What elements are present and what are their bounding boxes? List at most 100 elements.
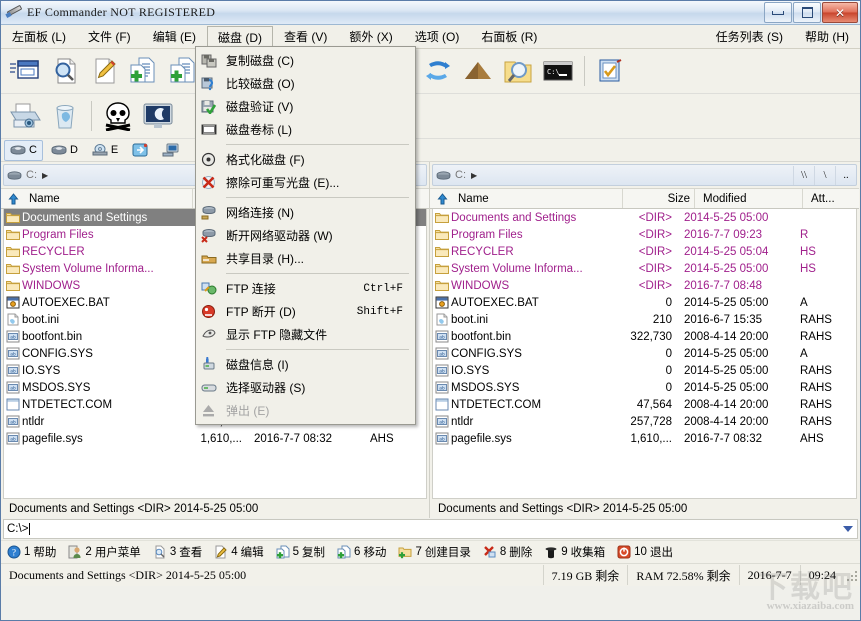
sys-icon: ab [435, 364, 449, 377]
menu-item-2[interactable]: 磁盘验证 (V) [196, 95, 415, 118]
menu-item-11[interactable]: 显示 FTP 隐藏文件 [196, 323, 415, 346]
console-button[interactable]: C:\ [538, 51, 578, 91]
chevron-down-icon[interactable] [843, 526, 853, 532]
fkey-exit[interactable]: 10退出 [611, 544, 679, 560]
table-row[interactable]: NTDETECT.COM47,5642008-4-14 20:00RAHS [433, 396, 856, 413]
fkey-move[interactable]: 6移动 [331, 544, 392, 560]
minimize-button[interactable] [764, 2, 792, 23]
menu-task-list[interactable]: 任务列表 (S) [705, 25, 794, 48]
toolbar-separator-3 [91, 101, 92, 131]
menu-item-8[interactable]: 共享目录 (H)... [196, 247, 415, 270]
menu-extra[interactable]: 额外 (X) [338, 25, 403, 48]
table-row[interactable]: abbootfont.bin322,7302008-4-14 20:00RAHS [433, 328, 856, 345]
menu-item-5[interactable]: 擦除可重写光盘 (E)... [196, 171, 415, 194]
fkey-user-menu[interactable]: 2用户菜单 [62, 544, 146, 560]
file-name: AUTOEXEC.BAT [22, 297, 170, 309]
table-row[interactable]: RECYCLER<DIR>2014-5-25 05:04HS [433, 243, 856, 260]
disk-label-icon [201, 122, 217, 137]
toolbar-separator-2 [584, 56, 585, 86]
menu-item-4[interactable]: 格式化磁盘 (F) [196, 148, 415, 171]
menu-edit[interactable]: 编辑 (E) [142, 25, 207, 48]
ftp-hidden-files-icon [201, 327, 217, 342]
fkey-edit[interactable]: 4编辑 [208, 544, 269, 560]
menu-item-10[interactable]: FTP 断开 (D)Shift+F [196, 300, 415, 323]
command-line[interactable]: C:\> [3, 519, 858, 539]
menu-help[interactable]: 帮助 (H) [794, 25, 860, 48]
fkey-delete[interactable]: 8删除 [477, 544, 538, 560]
menu-item-12[interactable]: 磁盘信息 (I) [196, 353, 415, 376]
drive-shortcut[interactable] [126, 140, 154, 161]
right-column-modified[interactable]: Modified [695, 189, 803, 208]
file-modified: 2016-7-7 09:23 [676, 229, 792, 241]
menu-item-icon [196, 380, 222, 395]
fkey-collect[interactable]: 9收集箱 [538, 544, 611, 560]
new-window-button[interactable] [5, 51, 45, 91]
menu-options[interactable]: 选项 (O) [404, 25, 471, 48]
recycle-bin-button[interactable] [45, 96, 85, 136]
file-attributes: HS [792, 263, 856, 275]
edit-button[interactable] [85, 51, 125, 91]
table-row[interactable]: abpagefile.sys1,610,...2016-7-7 08:32AHS [4, 430, 426, 447]
menu-item-3[interactable]: 磁盘卷标 (L) [196, 118, 415, 141]
fkey-new-folder[interactable]: 7创建目录 [392, 544, 476, 560]
right-column-attributes[interactable]: Att... [803, 189, 859, 208]
menu-item-label: 磁盘验证 (V) [222, 98, 415, 115]
right-column-name[interactable]: Name [430, 189, 623, 208]
maximize-button[interactable] [793, 2, 821, 23]
fkey-view[interactable]: 3查看 [147, 544, 208, 560]
screensaver-button[interactable] [138, 96, 178, 136]
resize-grip[interactable] [844, 568, 858, 582]
menu-item-9[interactable]: FTP 连接Ctrl+F [196, 277, 415, 300]
status-selection-text: Documents and Settings <DIR> 2014-5-25 0… [9, 568, 246, 583]
pyramid-button[interactable] [458, 51, 498, 91]
checklist-button[interactable] [591, 51, 631, 91]
table-row[interactable]: abpagefile.sys1,610,...2016-7-7 08:32AHS [433, 430, 856, 447]
close-button[interactable]: ✕ [822, 2, 858, 23]
menu-item-13[interactable]: 选择驱动器 (S) [196, 376, 415, 399]
table-row[interactable]: Program Files<DIR>2016-7-7 09:23R [433, 226, 856, 243]
table-row[interactable]: System Volume Informa...<DIR>2014-5-25 0… [433, 260, 856, 277]
right-path-bar[interactable]: C: ▶ \\ \ .. [432, 164, 857, 186]
menu-item-0[interactable]: 复制磁盘 (C) [196, 49, 415, 72]
drive-network[interactable] [156, 140, 186, 161]
folder-search-button[interactable] [498, 51, 538, 91]
right-column-size[interactable]: Size [623, 189, 695, 208]
menu-view[interactable]: 查看 (V) [273, 25, 338, 48]
menu-left-panel[interactable]: 左面板 (L) [1, 25, 77, 48]
table-row[interactable]: WINDOWS<DIR>2016-7-7 08:48 [433, 277, 856, 294]
left-column-name[interactable]: Name [1, 189, 193, 208]
menu-disk[interactable]: 磁盘 (D) [207, 26, 273, 48]
table-row[interactable]: abMSDOS.SYS02014-5-25 05:00RAHS [433, 379, 856, 396]
menu-item-7[interactable]: 断开网络驱动器 (W) [196, 224, 415, 247]
menu-item-6[interactable]: 网络连接 (N) [196, 201, 415, 224]
table-row[interactable]: Documents and Settings<DIR>2014-5-25 05:… [433, 209, 856, 226]
fkey-copy[interactable]: 5复制 [270, 544, 331, 560]
menu-file[interactable]: 文件 (F) [77, 25, 142, 48]
table-row[interactable]: abCONFIG.SYS02014-5-25 05:00A [433, 345, 856, 362]
sync-button[interactable] [418, 51, 458, 91]
print-button[interactable] [5, 96, 45, 136]
file-name: IO.SYS [451, 365, 600, 377]
drive-c[interactable]: C [4, 140, 43, 161]
drive-d[interactable]: D [45, 140, 84, 161]
right-file-list[interactable]: Documents and Settings<DIR>2014-5-25 05:… [432, 209, 857, 499]
table-row[interactable]: abntldr257,7282008-4-14 20:00RAHS [433, 413, 856, 430]
menu-right-panel[interactable]: 右面板 (R) [470, 25, 548, 48]
root-button[interactable]: \ [814, 166, 835, 185]
file-attributes: AHS [792, 433, 856, 445]
copy-button[interactable] [125, 51, 165, 91]
root-up-button[interactable]: \\ [793, 166, 814, 185]
function-key-number: 4 [231, 546, 237, 558]
search-button[interactable] [45, 51, 85, 91]
function-key-label: 用户菜单 [95, 544, 141, 560]
table-row[interactable]: AUTOEXEC.BAT02014-5-25 05:00A [433, 294, 856, 311]
fkey-help[interactable]: ?1帮助 [1, 544, 62, 560]
menu-item-1[interactable]: 比较磁盘 (O) [196, 72, 415, 95]
parent-dir-button[interactable]: .. [835, 166, 856, 185]
disk-dropdown-menu[interactable]: 复制磁盘 (C)比较磁盘 (O) 磁盘验证 (V) 磁盘卷标 (L) 格式化磁盘 (F… [195, 46, 416, 425]
table-row[interactable]: boot.ini2102016-6-7 15:35RAHS [433, 311, 856, 328]
table-row[interactable]: abIO.SYS02014-5-25 05:00RAHS [433, 362, 856, 379]
kill-button[interactable] [98, 96, 138, 136]
menu-extra-label: 额外 (X) [349, 28, 392, 45]
drive-e[interactable]: E [86, 140, 124, 161]
